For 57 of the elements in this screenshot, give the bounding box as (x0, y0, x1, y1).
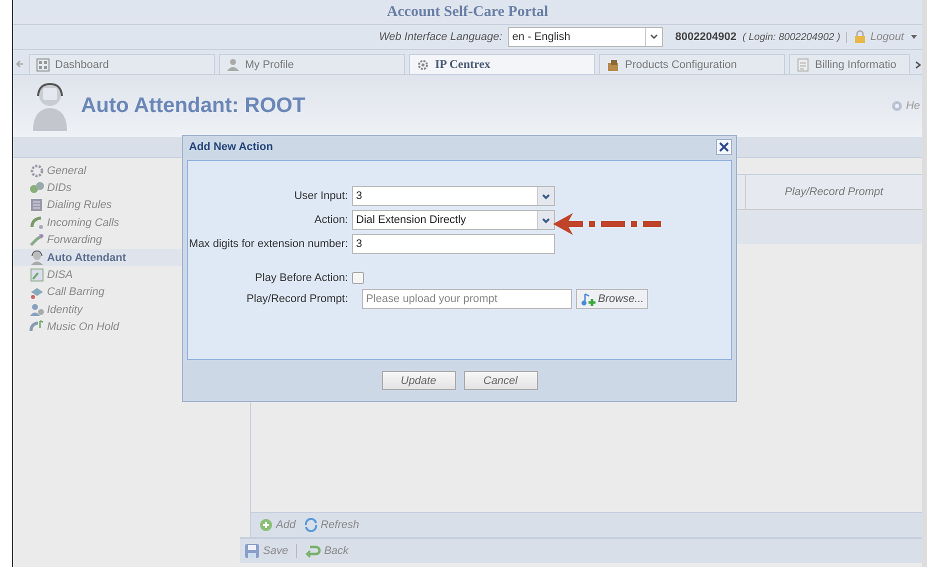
account-number: 8002204902 (675, 31, 736, 43)
login-info: ( Login: 8002204902 ) (742, 32, 848, 42)
language-select[interactable]: en - English (508, 27, 664, 47)
logout-button[interactable]: Logout (853, 30, 904, 44)
sidebar-item[interactable]: Dialing Rules (13, 196, 250, 214)
tab[interactable]: Products Configuration (599, 54, 785, 74)
close-icon (719, 142, 729, 152)
browse-button[interactable]: Browse... (576, 289, 648, 309)
tab[interactable]: IP Centrex (409, 54, 595, 74)
tab[interactable]: My Profile (219, 54, 405, 74)
footer-button[interactable]: Save (244, 543, 288, 559)
field-label: Play/Record Prompt: (246, 292, 348, 306)
refresh-icon (304, 518, 318, 532)
field-label: User Input: (293, 189, 348, 203)
tab[interactable]: Dashboard (29, 54, 215, 74)
person-icon (226, 58, 240, 72)
file-field[interactable]: Please upload your prompt (362, 289, 572, 309)
field-label: Max digits for extension number: (188, 237, 348, 251)
boxes-icon (606, 58, 620, 72)
dropdown-icon[interactable] (910, 33, 918, 41)
sidebar-item[interactable]: Incoming Calls (13, 214, 250, 232)
sidebar-item[interactable]: DISA (13, 266, 250, 284)
help-link[interactable]: He (890, 100, 922, 112)
people-icon (29, 302, 45, 318)
portal-title: Account Self-Care Portal (386, 4, 548, 20)
dropdown[interactable]: Dial Extension Directly (352, 210, 555, 230)
dropdown[interactable]: 3 (352, 186, 555, 206)
sidebar-item[interactable]: General (13, 162, 250, 180)
toolbar-button[interactable]: Add (259, 518, 296, 532)
page-title: Auto Attendant: ROOT (81, 94, 306, 118)
checkbox[interactable] (352, 272, 364, 284)
add-icon (259, 518, 273, 532)
field-label: Action: (313, 213, 348, 227)
document-icon (796, 58, 810, 72)
sidebar-item[interactable]: DIDs (13, 179, 250, 197)
dashboard-icon (36, 58, 50, 72)
lock-icon (853, 30, 868, 44)
keypad-icon (29, 197, 45, 214)
dialog-title: Add New Action (189, 141, 273, 153)
input-field[interactable]: 3 (352, 234, 555, 254)
close-button[interactable] (716, 139, 732, 155)
field-label: Play Before Action: (254, 271, 348, 285)
operator-icon (29, 250, 45, 266)
tab[interactable]: Billing Informatio (789, 54, 910, 74)
sidebar-item[interactable]: Music On Hold (13, 318, 250, 336)
footer-button[interactable]: Back (305, 543, 349, 559)
gear-icon (416, 58, 430, 72)
dialog-button[interactable]: Update (382, 371, 456, 390)
music-note-plus-icon (580, 291, 596, 307)
help-icon (890, 100, 903, 112)
toolbar-button[interactable]: Refresh (304, 518, 360, 532)
forward-icon (29, 232, 45, 248)
dialog-button[interactable]: Cancel (464, 371, 538, 390)
caret-icon (648, 32, 660, 42)
language-label: Web Interface Language: (378, 31, 502, 43)
gear-icon (29, 162, 45, 179)
back-arrow-icon (305, 543, 322, 559)
